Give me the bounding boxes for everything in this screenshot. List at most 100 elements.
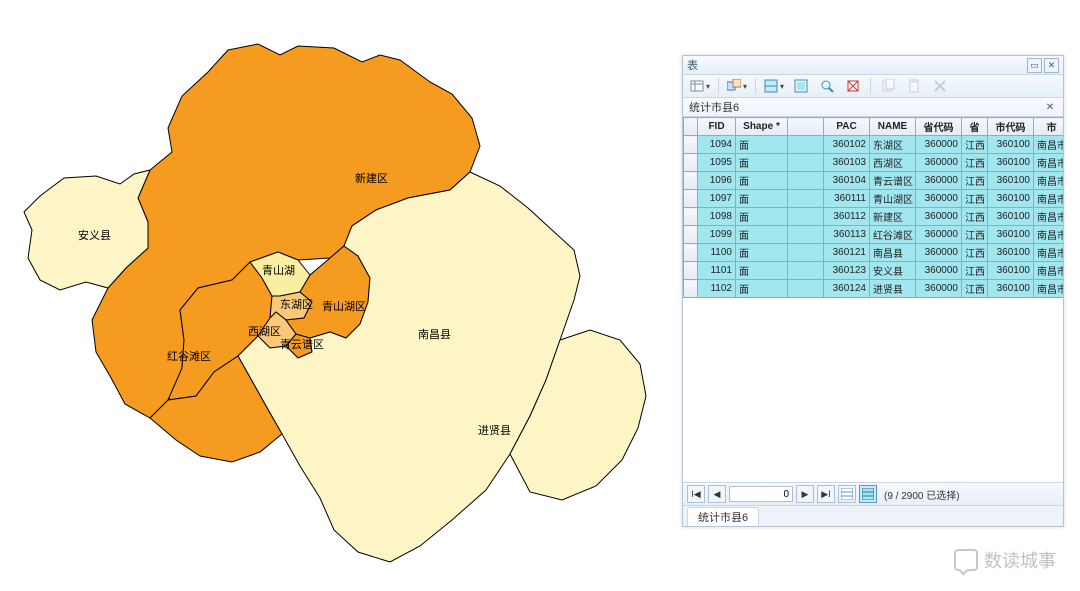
table-tab[interactable]: 统计市县6 (687, 507, 759, 526)
cell-pac: 360121 (824, 244, 870, 262)
cell-fid: 1101 (698, 262, 736, 280)
table-row[interactable]: 1098面360112新建区360000江西360100南昌市市辖区 (684, 208, 1064, 226)
table-row[interactable]: 1094面360102东湖区360000江西360100南昌市市辖区 (684, 136, 1064, 154)
row-select-all[interactable] (684, 118, 698, 136)
record-nav-bar: I◀ ◀ ▶ ▶I (9 / 2900 已选择) (683, 482, 1063, 505)
panel-titlebar[interactable]: 表 ▭ ✕ (683, 56, 1063, 75)
layer-name-bar: 统计市县6 ✕ (683, 98, 1063, 117)
cell-city: 南昌市 (1034, 280, 1064, 298)
label-qingshanhu-n: 青山湖 (262, 262, 295, 278)
panel-close-button[interactable]: ✕ (1044, 58, 1059, 73)
panel-pin-button[interactable]: ▭ (1027, 58, 1042, 73)
col-header-prov[interactable]: 省 (962, 118, 988, 136)
nav-next-button[interactable]: ▶ (796, 485, 814, 503)
col-header-blank[interactable] (788, 118, 824, 136)
table-row[interactable]: 1096面360104青云谱区360000江西360100南昌市市辖区 (684, 172, 1064, 190)
cell-pac: 360123 (824, 262, 870, 280)
cell-shape: 面 (736, 280, 788, 298)
watermark-text: 数读城事 (984, 547, 1056, 573)
row-header[interactable] (684, 154, 698, 172)
cell-name: 红谷滩区 (870, 226, 916, 244)
cell-name: 新建区 (870, 208, 916, 226)
table-row[interactable]: 1102面360124进贤县360000江西360100南昌市县 (684, 280, 1064, 298)
col-header-city-code[interactable]: 市代码 (988, 118, 1034, 136)
cell-blank (788, 226, 824, 244)
cell-city: 南昌市 (1034, 262, 1064, 280)
nav-last-button[interactable]: ▶I (817, 485, 835, 503)
cell-shape: 面 (736, 172, 788, 190)
cell-pac: 360113 (824, 226, 870, 244)
label-xinjian: 新建区 (355, 170, 388, 186)
select-by-attributes-button[interactable]: ▾ (761, 76, 787, 96)
header-row: FID Shape * PAC NAME 省代码 省 市代码 市 类型 (684, 118, 1064, 136)
related-tables-button[interactable]: ▾ (724, 76, 750, 96)
cell-shape: 面 (736, 154, 788, 172)
cell-city-code: 360100 (988, 244, 1034, 262)
cell-shape: 面 (736, 190, 788, 208)
cell-fid: 1102 (698, 280, 736, 298)
cell-fid: 1096 (698, 172, 736, 190)
row-header[interactable] (684, 262, 698, 280)
label-qingshanhu-e: 青山湖区 (322, 298, 366, 314)
row-header[interactable] (684, 244, 698, 262)
nav-first-button[interactable]: I◀ (687, 485, 705, 503)
show-all-records-toggle[interactable] (838, 485, 856, 503)
row-header[interactable] (684, 172, 698, 190)
nav-position-input[interactable] (729, 486, 793, 502)
layer-name: 统计市县6 (689, 99, 739, 115)
cell-fid: 1100 (698, 244, 736, 262)
cell-city: 南昌市 (1034, 244, 1064, 262)
row-header[interactable] (684, 226, 698, 244)
cell-name: 安义县 (870, 262, 916, 280)
cell-prov: 江西 (962, 226, 988, 244)
col-header-name[interactable]: NAME (870, 118, 916, 136)
table-row[interactable]: 1101面360123安义县360000江西360100南昌市县 (684, 262, 1064, 280)
cell-fid: 1095 (698, 154, 736, 172)
cell-pac: 360124 (824, 280, 870, 298)
col-header-fid[interactable]: FID (698, 118, 736, 136)
table-row[interactable]: 1095面360103西湖区360000江西360100南昌市市辖区 (684, 154, 1064, 172)
show-selected-records-toggle[interactable] (859, 485, 877, 503)
cell-city-code: 360100 (988, 208, 1034, 226)
label-xihu: 西湖区 (248, 323, 281, 339)
row-header[interactable] (684, 280, 698, 298)
col-header-city[interactable]: 市 (1034, 118, 1064, 136)
table-row[interactable]: 1100面360121南昌县360000江西360100南昌市县 (684, 244, 1064, 262)
cell-city: 南昌市 (1034, 136, 1064, 154)
cell-city: 南昌市 (1034, 226, 1064, 244)
col-header-prov-code[interactable]: 省代码 (916, 118, 962, 136)
row-header[interactable] (684, 208, 698, 226)
col-header-shape[interactable]: Shape * (736, 118, 788, 136)
cell-blank (788, 244, 824, 262)
row-header[interactable] (684, 190, 698, 208)
col-header-pac[interactable]: PAC (824, 118, 870, 136)
table-panel: 表 ▭ ✕ ▾ ▾ ▾ (682, 55, 1064, 527)
cell-name: 西湖区 (870, 154, 916, 172)
table-row[interactable]: 1099面360113红谷滩区360000江西360100南昌市市辖区 (684, 226, 1064, 244)
clear-selection-button[interactable] (841, 76, 865, 96)
cell-prov: 江西 (962, 208, 988, 226)
zoom-to-selected-button[interactable] (815, 76, 839, 96)
cell-fid: 1098 (698, 208, 736, 226)
table-row[interactable]: 1097面360111青山湖区360000江西360100南昌市市辖区 (684, 190, 1064, 208)
cell-blank (788, 190, 824, 208)
cell-prov-code: 360000 (916, 208, 962, 226)
speech-bubble-icon (954, 549, 978, 571)
table-options-button[interactable]: ▾ (687, 76, 713, 96)
layer-close-button[interactable]: ✕ (1043, 100, 1057, 114)
cell-city-code: 360100 (988, 280, 1034, 298)
row-header[interactable] (684, 136, 698, 154)
switch-selection-button[interactable] (789, 76, 813, 96)
label-qingyunpu: 青云谱区 (280, 336, 324, 352)
map-pane[interactable]: 新建区 安义县 青山湖 东湖区 青山湖区 西湖区 青云谱区 红谷滩区 南昌县 进… (0, 0, 680, 591)
cell-city-code: 360100 (988, 154, 1034, 172)
paste-rows-button (902, 76, 926, 96)
cell-name: 南昌县 (870, 244, 916, 262)
cell-prov: 江西 (962, 190, 988, 208)
watermark: 数读城事 (954, 547, 1056, 573)
grid-scroll-area[interactable]: FID Shape * PAC NAME 省代码 省 市代码 市 类型 1094… (683, 117, 1063, 482)
panel-tabbar: 统计市县6 (683, 505, 1063, 526)
cell-prov-code: 360000 (916, 244, 962, 262)
nav-prev-button[interactable]: ◀ (708, 485, 726, 503)
cell-name: 进贤县 (870, 280, 916, 298)
